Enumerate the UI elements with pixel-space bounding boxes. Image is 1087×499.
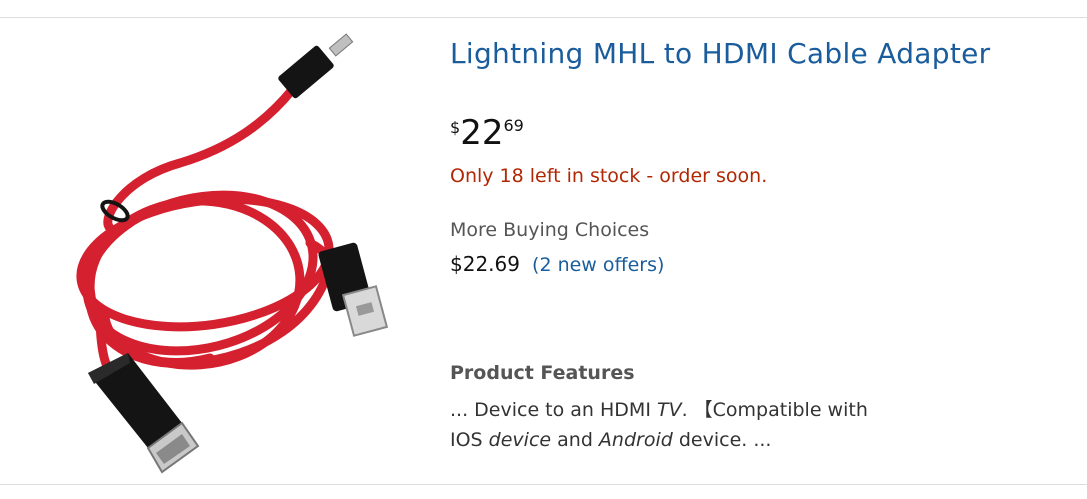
product-image[interactable] [30, 28, 410, 478]
buying-choice-price: $22.69 [450, 252, 520, 276]
new-offers-link[interactable]: (2 new offers) [532, 254, 664, 276]
feature-text-4: device. ... [672, 429, 772, 451]
product-features-text: ... Device to an HDMI TV. 【Compatible wi… [450, 395, 890, 455]
product-price: $2269 [450, 116, 524, 150]
hdmi-connector [88, 353, 200, 474]
product-features-heading: Product Features [450, 362, 635, 384]
product-title-link[interactable]: Lightning MHL to HDMI Cable Adapter [450, 37, 990, 70]
feature-text-1: ... Device to an HDMI [450, 399, 657, 421]
top-divider [0, 17, 1087, 18]
price-symbol: $ [450, 118, 461, 137]
more-buying-choices-label: More Buying Choices [450, 219, 650, 241]
feature-highlight-tv: TV [656, 399, 682, 421]
cable-illustration [76, 33, 389, 474]
feature-highlight-android: Android [598, 429, 673, 451]
feature-text-3: and [551, 429, 599, 451]
bottom-divider [0, 484, 1087, 485]
price-whole: 22 [460, 113, 504, 153]
more-buying-choices-row: $22.69 (2 new offers) [450, 252, 664, 276]
usb-connector [318, 242, 389, 337]
stock-message: Only 18 left in stock - order soon. [450, 165, 768, 187]
micro-usb-connector [278, 33, 354, 99]
feature-highlight-device: device [488, 429, 552, 451]
price-fraction: 69 [503, 116, 524, 135]
